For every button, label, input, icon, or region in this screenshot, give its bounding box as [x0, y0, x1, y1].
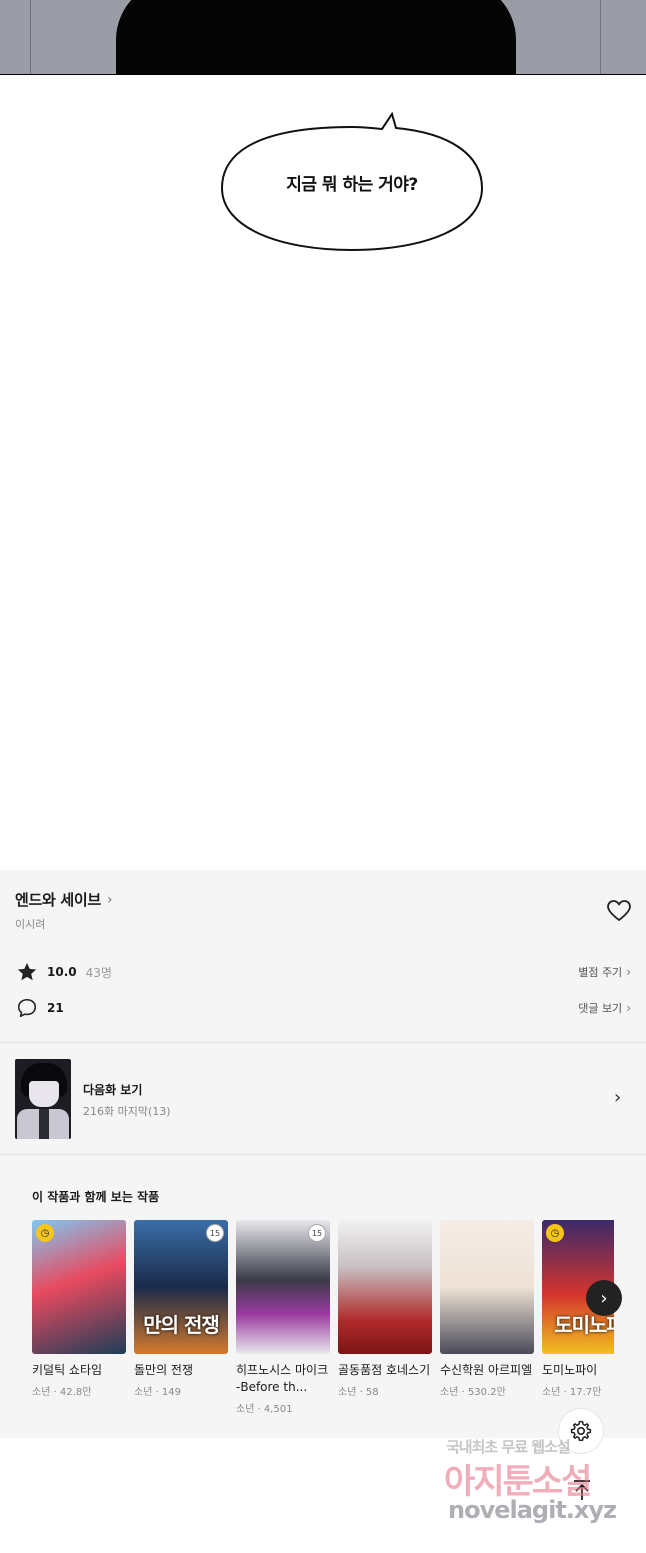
- age-rating-badge: 15: [308, 1224, 326, 1242]
- recommendation-title: 골동품점 호네스기: [338, 1363, 431, 1377]
- series-title: 엔드와 세이브: [15, 891, 101, 909]
- arrow-up-icon: [574, 1480, 590, 1500]
- rate-button[interactable]: 별점 주기 ›: [578, 964, 631, 980]
- recommendation-cover: 15 만의 전쟁: [134, 1220, 228, 1354]
- star-icon: [15, 960, 39, 984]
- divider: [0, 1041, 646, 1044]
- author-name: 이시려: [15, 918, 46, 931]
- comic-panel-top: [0, 0, 646, 75]
- recommendation-meta: 소년 · 58: [338, 1387, 379, 1398]
- clock-icon: ◷: [36, 1224, 54, 1242]
- recommendation-meta: 소년 · 149: [134, 1387, 182, 1398]
- comment-icon: [15, 996, 39, 1020]
- comment-count: 21: [47, 1001, 64, 1015]
- next-episode-thumbnail: [15, 1059, 71, 1139]
- view-comments-label: 댓글 보기: [578, 1002, 623, 1015]
- recommendation-cover: [440, 1220, 534, 1354]
- chevron-right-icon: ›: [626, 965, 631, 979]
- recommendation-cover: ◷: [32, 1220, 126, 1354]
- rating-value: 10.0: [47, 965, 77, 979]
- next-episode-label: 다음화 보기: [83, 1083, 143, 1097]
- chevron-right-icon: ›: [614, 1087, 622, 1108]
- recommendation-card[interactable]: 수신학원 아르피엘 소년 · 530.2만: [440, 1220, 534, 1398]
- recommendation-meta: 소년 · 17.7만: [542, 1387, 602, 1398]
- recommendations-carousel: ◷ 키덜틱 쇼타임 소년 · 42.8만 15 만의 전쟁 돌만의 전쟁 소년 …: [32, 1220, 614, 1430]
- recommendation-title: 수신학원 아르피엘: [440, 1363, 533, 1377]
- series-title-link[interactable]: 엔드와 세이브 ›: [15, 889, 113, 910]
- cover-title-art: 만의 전쟁: [143, 1313, 220, 1337]
- speech-bubble-text: 지금 뭐 하는 거야?: [286, 175, 418, 195]
- rating-row: 10.0 43명 별점 주기 ›: [15, 960, 631, 984]
- scroll-top-button[interactable]: [562, 1470, 602, 1510]
- recommendation-title: 히프노시스 마이크 -Before th...: [236, 1363, 329, 1394]
- view-comments-button[interactable]: 댓글 보기 ›: [578, 1000, 631, 1016]
- background-stripe: [30, 0, 31, 74]
- clock-icon: ◷: [546, 1224, 564, 1242]
- age-rating-badge: 15: [206, 1224, 224, 1242]
- rating-count: 43명: [85, 965, 112, 980]
- recommendation-card[interactable]: 골동품점 호네스기 소년 · 58: [338, 1220, 432, 1398]
- carousel-next-button[interactable]: ›: [586, 1280, 622, 1316]
- background-stripe: [600, 0, 601, 74]
- recommendation-card[interactable]: 15 만의 전쟁 돌만의 전쟁 소년 · 149: [134, 1220, 228, 1398]
- chevron-right-icon: ›: [626, 1001, 631, 1015]
- chevron-right-icon: ›: [106, 891, 113, 908]
- next-episode-button[interactable]: 다음화 보기 216화 마지막(13) ›: [0, 1045, 646, 1153]
- character-silhouette: [116, 0, 516, 74]
- next-episode-subtitle: 216화 마지막(13): [83, 1105, 171, 1118]
- recommendation-meta: 소년 · 42.8만: [32, 1387, 92, 1398]
- recommendations-heading: 이 작품과 함께 보는 작품: [32, 1190, 160, 1204]
- recommendation-meta: 소년 · 530.2만: [440, 1387, 506, 1398]
- recommendation-title: 돌만의 전쟁: [134, 1363, 194, 1377]
- divider: [0, 1153, 646, 1156]
- site-watermark: 국내최초 무료 웹소설 아지툰소설 novelagit.xyz: [444, 1436, 632, 1536]
- gear-icon: [570, 1420, 592, 1441]
- recommendation-card[interactable]: ◷ 키덜틱 쇼타임 소년 · 42.8만: [32, 1220, 126, 1398]
- chevron-right-icon: ›: [600, 1287, 608, 1309]
- comment-row: 21 댓글 보기 ›: [15, 996, 631, 1020]
- recommendation-title: 도미노파이: [542, 1363, 598, 1377]
- heart-icon[interactable]: [606, 899, 632, 923]
- recommendation-cover: 15: [236, 1220, 330, 1354]
- recommendation-card[interactable]: 15 히프노시스 마이크 -Before th... 소년 · 4,501: [236, 1220, 330, 1415]
- settings-button[interactable]: [558, 1408, 604, 1454]
- rate-button-label: 별점 주기: [578, 966, 623, 979]
- recommendation-title: 키덜틱 쇼타임: [32, 1363, 103, 1377]
- recommendation-meta: 소년 · 4,501: [236, 1404, 293, 1415]
- recommendation-cover: [338, 1220, 432, 1354]
- watermark-tagline: 국내최초 무료 웹소설: [446, 1438, 571, 1456]
